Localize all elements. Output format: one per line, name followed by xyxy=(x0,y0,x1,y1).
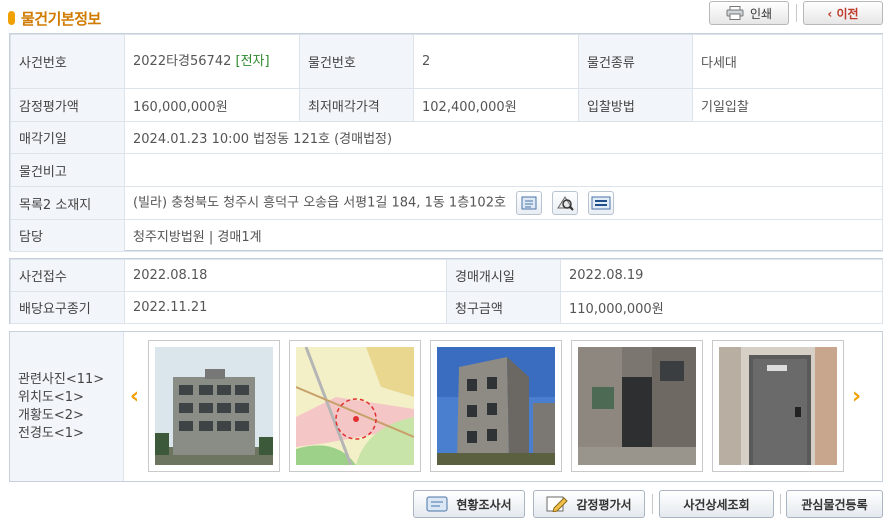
address-cell: (빌라) 충청북도 청주시 흥덕구 오송읍 서평1길 184, 1동 1층102… xyxy=(124,186,883,220)
gallery-next-arrow[interactable]: › xyxy=(852,384,861,409)
section-header: 물건기본정보 xyxy=(8,6,101,30)
case-no-label: 사건번호 xyxy=(10,34,125,89)
actions-divider xyxy=(780,494,781,514)
address-label: 목록2 소재지 xyxy=(10,186,125,220)
case-detail-button[interactable]: 사건상세조회 xyxy=(659,490,774,518)
thumb-entrance[interactable] xyxy=(571,340,703,472)
sale-date-value: 2024.01.23 10:00 법정동 121호 (경매법정) xyxy=(124,121,883,154)
item-no-label: 물건번호 xyxy=(299,34,414,89)
table-row: 사건접수 2022.08.18 경매개시일 2022.08.19 xyxy=(10,259,883,292)
gallery-label-photos[interactable]: 관련사진<11> xyxy=(18,371,123,389)
photo-gallery: 관련사진<11> 위치도<1> 개황도<2> 전경도<1> ‹ › xyxy=(9,331,883,482)
document-icon xyxy=(426,496,448,512)
gallery-label-overview[interactable]: 개황도<2> xyxy=(18,407,123,425)
thumb-building-front[interactable] xyxy=(148,340,280,472)
survey-report-button[interactable]: 현황조사서 xyxy=(413,490,525,518)
item-type-label: 물건종류 xyxy=(578,34,693,89)
prev-button[interactable]: ‹ 이전 xyxy=(803,1,883,25)
gallery-prev-arrow[interactable]: ‹ xyxy=(130,384,139,409)
prev-label: ‹ 이전 xyxy=(827,6,859,21)
appraisal-report-label: 감정평가서 xyxy=(576,497,632,512)
watch-item-button[interactable]: 관심물건등록 xyxy=(786,490,883,518)
table-row: 매각기일 2024.01.23 10:00 법정동 121호 (경매법정) xyxy=(10,121,883,154)
auction-start-label: 경매개시일 xyxy=(446,259,561,292)
printer-icon xyxy=(726,6,744,20)
thumb-building-side[interactable] xyxy=(430,340,562,472)
see-real-icon[interactable] xyxy=(588,191,615,215)
gallery-label-location[interactable]: 위치도<1> xyxy=(18,389,123,407)
map-search-icon[interactable] xyxy=(552,191,579,215)
header-marker-icon xyxy=(8,11,15,25)
thumb-door[interactable] xyxy=(712,340,844,472)
toolbar-divider xyxy=(796,4,797,22)
item-no-value: 2 xyxy=(413,34,579,89)
appraisal-value: 160,000,000원 xyxy=(124,88,300,122)
building-side-photo-icon xyxy=(437,347,555,465)
e-case-tag: [전자] xyxy=(235,53,270,69)
address-value: (빌라) 충청북도 청주시 흥덕구 오송읍 서평1길 184, 1동 1층102… xyxy=(133,195,506,211)
table-row: 사건번호 2022타경56742 [전자] 물건번호 2 물건종류 다세대 xyxy=(10,34,883,89)
received-label: 사건접수 xyxy=(10,259,125,292)
basic-info-table: 사건번호 2022타경56742 [전자] 물건번호 2 물건종류 다세대 감정… xyxy=(9,33,883,252)
dividend-label: 배당요구종기 xyxy=(10,291,125,324)
bid-method-label: 입찰방법 xyxy=(578,88,693,122)
table-row: 목록2 소재지 (빌라) 충청북도 청주시 흥덕구 오송읍 서평1길 184, … xyxy=(10,186,883,220)
charge-label: 담당 xyxy=(10,219,125,252)
print-label: 인쇄 xyxy=(749,6,773,21)
entrance-photo-icon xyxy=(578,347,696,465)
min-price-value: 102,400,000원 xyxy=(413,88,579,122)
watch-item-label: 관심물건등록 xyxy=(801,497,868,512)
thumb-location-map[interactable] xyxy=(289,340,421,472)
case-no-value: 2022타경56742 xyxy=(133,53,232,69)
bid-method-value: 기일입찰 xyxy=(692,88,883,122)
min-price-label: 최저매각가격 xyxy=(299,88,414,122)
item-type-value: 다세대 xyxy=(692,34,883,89)
page-title: 물건기본정보 xyxy=(21,9,101,28)
claim-value: 110,000,000원 xyxy=(560,291,883,324)
building-register-icon[interactable] xyxy=(516,191,543,215)
case-detail-label: 사건상세조회 xyxy=(683,497,750,512)
location-map-icon xyxy=(296,347,414,465)
table-row: 물건비고 xyxy=(10,153,883,187)
appraisal-report-button[interactable]: 감정평가서 xyxy=(533,490,645,518)
remark-label: 물건비고 xyxy=(10,153,125,187)
survey-report-label: 현황조사서 xyxy=(456,497,512,512)
door-photo-icon xyxy=(719,347,837,465)
auction-start-value: 2022.08.19 xyxy=(560,259,883,292)
case-no-cell: 2022타경56742 [전자] xyxy=(124,34,300,89)
gallery-label-panorama[interactable]: 전경도<1> xyxy=(18,425,123,443)
actions-divider xyxy=(652,494,653,514)
remark-value xyxy=(124,153,883,187)
claim-label: 청구금액 xyxy=(446,291,561,324)
gallery-strip: ‹ › xyxy=(124,332,882,481)
appraisal-label: 감정평가액 xyxy=(10,88,125,122)
print-button[interactable]: 인쇄 xyxy=(709,1,789,25)
table-row: 감정평가액 160,000,000원 최저매각가격 102,400,000원 입… xyxy=(10,88,883,122)
gallery-labels: 관련사진<11> 위치도<1> 개황도<2> 전경도<1> xyxy=(10,332,124,481)
received-value: 2022.08.18 xyxy=(124,259,447,292)
charge-value: 청주지방법원 | 경매1계 xyxy=(124,219,883,252)
table-row: 배당요구종기 2022.11.21 청구금액 110,000,000원 xyxy=(10,291,883,324)
edit-document-icon xyxy=(546,496,569,512)
dividend-value: 2022.11.21 xyxy=(124,291,447,324)
case-dates-table: 사건접수 2022.08.18 경매개시일 2022.08.19 배당요구종기 … xyxy=(9,258,883,324)
table-row: 담당 청주지방법원 | 경매1계 xyxy=(10,219,883,252)
building-photo-icon xyxy=(155,347,273,465)
sale-date-label: 매각기일 xyxy=(10,121,125,154)
